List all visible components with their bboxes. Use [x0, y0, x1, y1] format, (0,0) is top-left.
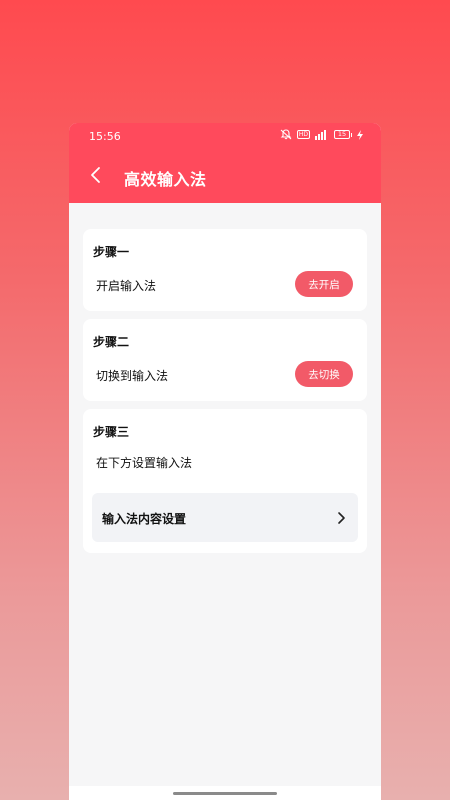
step-card-3: 步骤三 在下方设置输入法 输入法内容设置 [83, 409, 367, 553]
step-2-label: 切换到输入法 [96, 369, 169, 383]
charging-icon [357, 129, 363, 140]
signal-icon [315, 129, 329, 140]
step-2-title: 步骤二 [93, 335, 130, 349]
step-3-title: 步骤三 [93, 425, 130, 439]
mute-bell-icon [280, 129, 292, 140]
battery-icon: 15 [334, 130, 352, 139]
input-settings-label: 输入法内容设置 [102, 512, 187, 526]
back-arrow-icon[interactable] [89, 166, 103, 184]
bottom-bar [69, 786, 381, 800]
step-card-2: 步骤二 切换到输入法 去切换 [83, 319, 367, 401]
step-1-title: 步骤一 [93, 245, 130, 259]
step-3-label: 在下方设置输入法 [96, 456, 193, 470]
app-header: 15:56 HD 15 高效输入法 [69, 123, 381, 203]
switch-button[interactable]: 去切换 [295, 361, 353, 387]
enable-button[interactable]: 去开启 [295, 271, 353, 297]
step-1-label: 开启输入法 [96, 279, 157, 293]
step-card-1: 步骤一 开启输入法 去开启 [83, 229, 367, 311]
app-window: 15:56 HD 15 高效输入法 步骤一 开启输入法 去开启 步骤二 切换到输… [69, 123, 381, 800]
status-time: 15:56 [89, 130, 121, 143]
page-title: 高效输入法 [124, 170, 207, 189]
input-settings-row[interactable]: 输入法内容设置 [92, 493, 358, 542]
hd-icon: HD [296, 130, 310, 139]
home-indicator[interactable] [173, 792, 277, 795]
status-icons: HD 15 [280, 129, 363, 140]
chevron-right-icon [336, 510, 346, 524]
